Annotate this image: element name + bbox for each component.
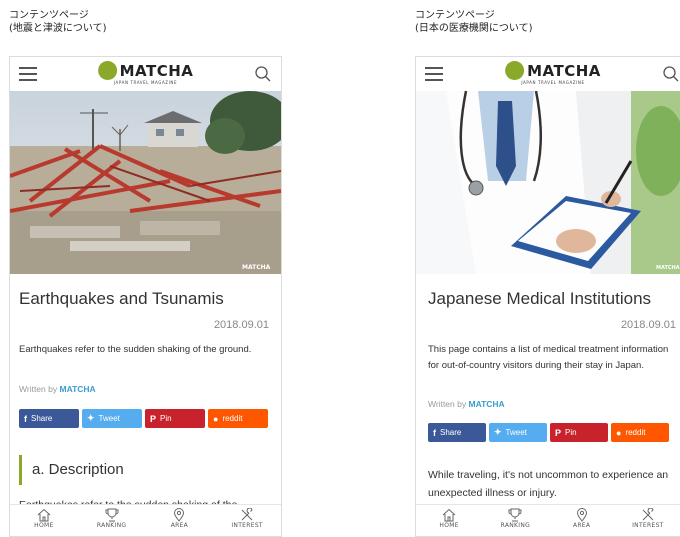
article-body-text: While traveling, it's not uncommon to ex… (428, 469, 669, 499)
caption-left-line2: (地震と津波について) (9, 23, 107, 34)
tab-interest-label: INTEREST (231, 522, 263, 529)
hero-watermark: MATCHA (242, 264, 271, 271)
hero-image-doctor: MATCHA (416, 91, 680, 274)
written-by-prefix: Written by (428, 399, 467, 409)
author-link[interactable]: MATCHA (468, 399, 504, 409)
search-icon[interactable] (663, 66, 679, 82)
facebook-icon: f (24, 413, 27, 424)
bottom-tab-bar: HOME RANKING AREA INTEREST (416, 504, 680, 536)
twitter-tweet-label: Tweet (98, 414, 120, 423)
tab-area[interactable]: AREA (149, 505, 209, 536)
facebook-share-button[interactable]: f Share (428, 423, 486, 442)
reddit-share-label: reddit (222, 414, 243, 423)
caption-right-line2: (日本の医療機関について) (415, 23, 533, 34)
article-lead: This page contains a list of medical tre… (428, 344, 669, 371)
reddit-share-button[interactable]: ● reddit (611, 423, 669, 442)
bottom-tab-bar: HOME RANKING AREA INTEREST (10, 504, 281, 536)
pinterest-icon: P (555, 427, 562, 438)
logo-dot (505, 61, 525, 80)
trophy-icon (105, 508, 119, 522)
tab-interest[interactable]: INTEREST (217, 505, 277, 536)
matcha-logo[interactable]: MATCHA JAPAN TRAVEL MAGAZINE (505, 61, 601, 85)
pinterest-pin-label: Pin (160, 414, 172, 423)
twitter-tweet-label: Tweet (505, 428, 527, 437)
caption-right: コンテンツページ (日本の医療機関について) (415, 9, 533, 35)
reddit-icon: ● (616, 427, 622, 438)
tab-home[interactable]: HOME (14, 505, 74, 536)
tools-icon (241, 508, 253, 521)
map-pin-icon (576, 508, 587, 522)
tab-interest-label: INTEREST (632, 522, 664, 529)
logo-wordmark: MATCHA (527, 61, 601, 80)
logo-tagline: JAPAN TRAVEL MAGAZINE (113, 80, 178, 85)
tab-ranking[interactable]: RANKING (82, 505, 142, 536)
tab-ranking[interactable]: RANKING (485, 505, 545, 536)
phone-screen-medical: MATCHA JAPAN TRAVEL MAGAZINE MATCHA Japa… (415, 56, 680, 537)
written-by: Written by MATCHA (428, 399, 505, 409)
home-icon (442, 508, 456, 522)
reddit-icon: ● (213, 413, 219, 424)
tab-home-label: HOME (34, 522, 54, 529)
caption-left: コンテンツページ (地震と津波について) (9, 9, 107, 35)
search-icon[interactable] (255, 66, 271, 82)
caption-right-line1: コンテンツページ (415, 10, 495, 21)
tab-interest[interactable]: INTEREST (618, 505, 678, 536)
facebook-share-label: Share (31, 414, 53, 423)
written-by: Written by MATCHA (19, 384, 96, 394)
twitter-tweet-button[interactable]: ✦ Tweet (82, 409, 142, 428)
tab-area-label: AREA (572, 522, 591, 529)
tab-home[interactable]: HOME (419, 505, 479, 536)
tab-ranking-label: RANKING (500, 522, 531, 529)
matcha-logo[interactable]: MATCHA JAPAN TRAVEL MAGAZINE (97, 61, 194, 85)
author-link[interactable]: MATCHA (59, 384, 95, 394)
twitter-bird-icon: ✦ (494, 427, 502, 437)
facebook-share-button[interactable]: f Share (19, 409, 79, 428)
hamburger-menu-icon[interactable] (19, 67, 37, 81)
tab-home-label: HOME (439, 522, 459, 529)
twitter-tweet-button[interactable]: ✦ Tweet (489, 423, 547, 442)
phone-screen-earthquakes: MATCHA JAPAN TRAVEL MAGAZINE MATCHA Eart… (9, 56, 282, 537)
hamburger-menu-icon[interactable] (425, 67, 443, 81)
trophy-icon (508, 508, 522, 522)
logo-tagline: JAPAN TRAVEL MAGAZINE (521, 80, 585, 85)
pinterest-icon: P (150, 413, 157, 424)
app-header: MATCHA JAPAN TRAVEL MAGAZINE (416, 57, 680, 91)
tools-icon (642, 508, 654, 521)
hero-watermark: MATCHA (656, 265, 680, 271)
tab-ranking-label: RANKING (96, 522, 127, 529)
share-buttons: f Share ✦ Tweet P Pin ● reddit (19, 409, 268, 428)
logo-wordmark: MATCHA (119, 61, 194, 80)
home-icon (37, 508, 51, 522)
logo-dot (97, 61, 117, 80)
facebook-icon: f (433, 427, 436, 438)
app-header: MATCHA JAPAN TRAVEL MAGAZINE (10, 57, 281, 91)
reddit-share-button[interactable]: ● reddit (208, 409, 268, 428)
pinterest-pin-button[interactable]: P Pin (145, 409, 205, 428)
caption-left-line1: コンテンツページ (9, 10, 89, 21)
article-lead: Earthquakes refer to the sudden shaking … (19, 344, 252, 355)
tab-area[interactable]: AREA (552, 505, 612, 536)
reddit-share-label: reddit (625, 428, 646, 437)
section-heading: a. Description (19, 455, 124, 485)
pinterest-pin-button[interactable]: P Pin (550, 423, 608, 442)
article-date: 2018.09.01 (620, 319, 676, 331)
article-title: Earthquakes and Tsunamis (19, 289, 224, 308)
share-buttons: f Share ✦ Tweet P Pin ● reddit (428, 423, 669, 442)
twitter-bird-icon: ✦ (87, 413, 95, 423)
article-date: 2018.09.01 (213, 319, 269, 331)
written-by-prefix: Written by (19, 384, 58, 394)
hero-image-earthquake-debris: MATCHA (10, 91, 281, 274)
article-title: Japanese Medical Institutions (428, 289, 652, 308)
map-pin-icon (174, 508, 185, 522)
pinterest-pin-label: Pin (565, 428, 577, 437)
tab-area-label: AREA (170, 522, 189, 529)
facebook-share-label: Share (440, 428, 462, 437)
